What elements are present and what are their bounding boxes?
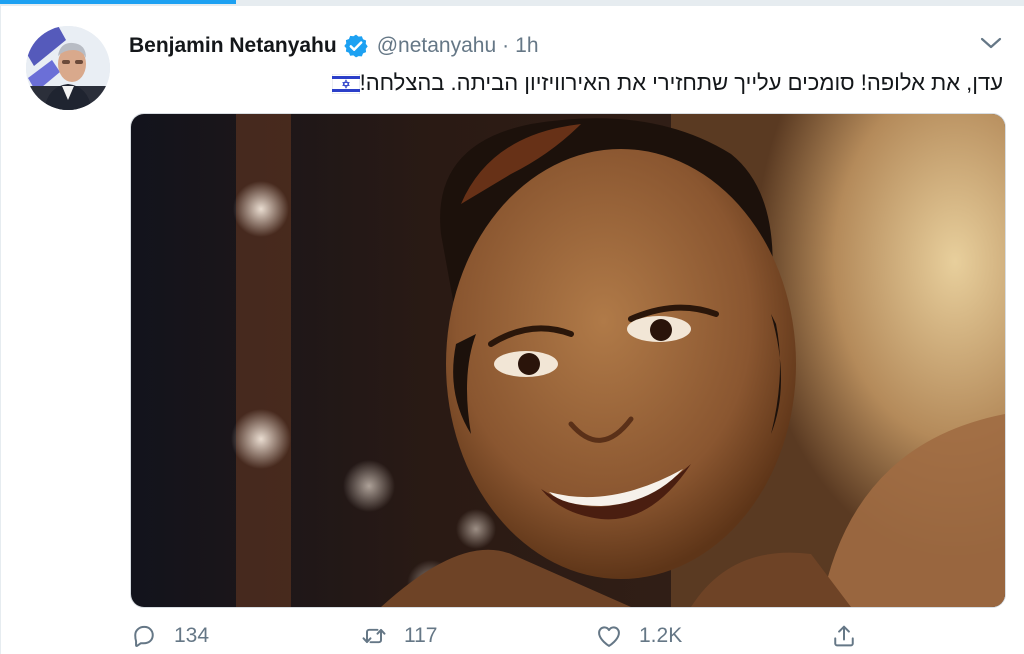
tweet[interactable]: Benjamin Netanyahu @netanyahu · 1h עדן, … <box>0 6 1024 654</box>
retweet-count: 117 <box>404 624 438 647</box>
tweet-text-content: עדן, את אלופה! סומכים עלייך שתחזירי את ה… <box>359 70 1003 95</box>
like-button[interactable]: 1.2K <box>595 618 682 654</box>
reply-button[interactable]: 134 <box>130 618 209 654</box>
chevron-down-icon[interactable] <box>980 36 1002 50</box>
tweet-header: Benjamin Netanyahu @netanyahu · 1h <box>129 30 539 62</box>
avatar-image <box>26 26 110 110</box>
tweet-timestamp[interactable]: 1h <box>515 34 538 58</box>
verified-badge-icon <box>344 34 368 58</box>
share-button[interactable] <box>830 618 858 654</box>
israel-flag-icon <box>331 74 360 95</box>
progress-line-fill <box>0 0 236 4</box>
separator-dot: · <box>502 34 510 57</box>
share-icon <box>834 625 854 647</box>
tweet-media-photo[interactable] <box>130 113 1006 608</box>
retweet-button[interactable]: 117 <box>360 618 437 654</box>
like-icon <box>598 626 620 647</box>
photo-portrait <box>131 114 1005 607</box>
tweet-actions: 134 117 1.2K <box>130 618 1004 654</box>
reply-icon <box>134 625 154 647</box>
tweet-text: עדן, את אלופה! סומכים עלייך שתחזירי את ה… <box>129 66 1003 100</box>
author-handle[interactable]: @netanyahu <box>377 34 496 58</box>
like-count: 1.2K <box>639 624 683 647</box>
avatar[interactable] <box>26 26 110 110</box>
retweet-icon <box>362 628 386 644</box>
reply-count: 134 <box>174 624 210 647</box>
author-name[interactable]: Benjamin Netanyahu <box>129 34 337 58</box>
